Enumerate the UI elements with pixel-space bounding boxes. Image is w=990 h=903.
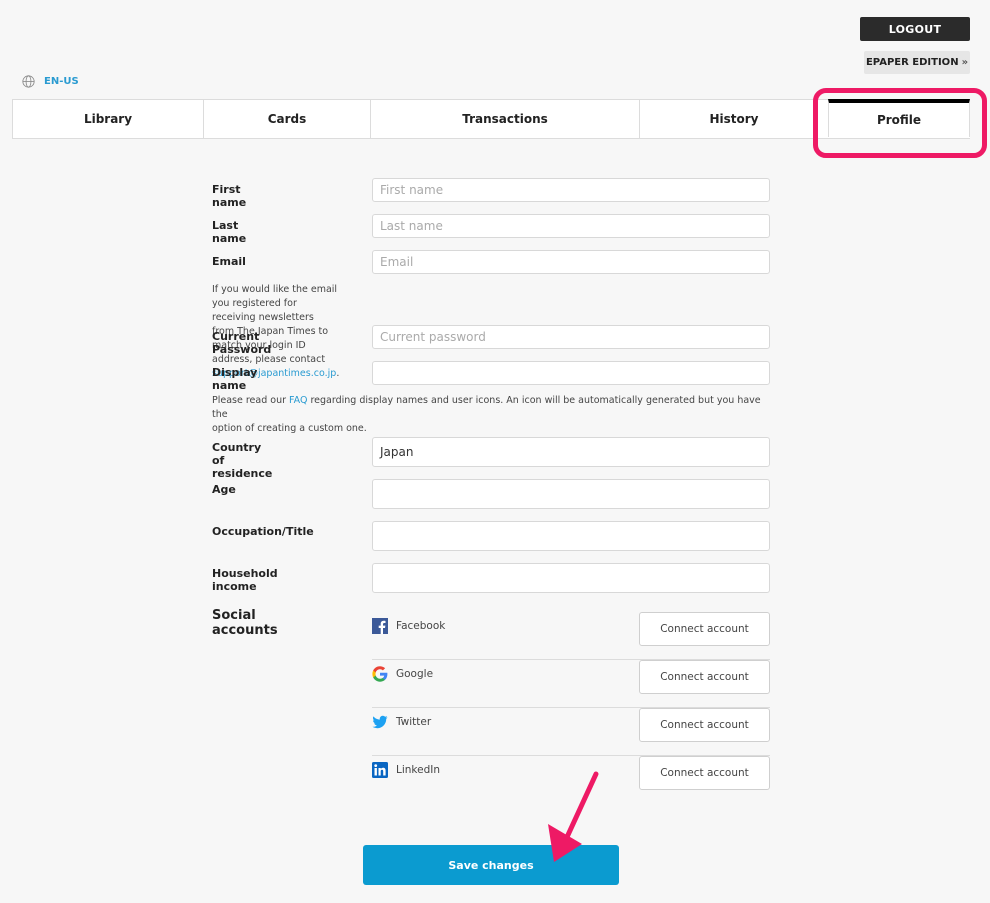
social-accounts-title: Social accounts xyxy=(212,608,278,638)
social-row-facebook: Facebook Connect account xyxy=(372,612,770,660)
language-selector[interactable]: EN-US xyxy=(22,75,79,88)
google-icon xyxy=(372,666,388,682)
display-name-note: Please read our FAQ regarding display na… xyxy=(212,394,772,436)
income-label: Household income xyxy=(212,567,278,593)
faq-link[interactable]: FAQ xyxy=(289,395,307,406)
email-label: Email xyxy=(212,255,246,268)
age-label: Age xyxy=(212,483,236,496)
connect-linkedin-button[interactable]: Connect account xyxy=(639,756,770,790)
last-name-label: Last name xyxy=(212,219,247,245)
first-name-label: First name xyxy=(212,183,247,209)
email-input[interactable] xyxy=(372,250,770,274)
tab-transactions[interactable]: Transactions xyxy=(370,100,639,138)
occupation-label: Occupation/Title xyxy=(212,525,314,538)
tab-profile[interactable]: Profile xyxy=(828,99,970,137)
email-note-suffix: . xyxy=(336,368,340,379)
account-tabs: Library Cards Transactions History Profi… xyxy=(12,99,970,139)
tab-history[interactable]: History xyxy=(639,100,828,138)
age-select[interactable] xyxy=(372,479,770,509)
epaper-edition-button[interactable]: EPAPER EDITION » xyxy=(864,51,970,74)
twitter-icon xyxy=(372,715,388,729)
linkedin-label: LinkedIn xyxy=(396,764,441,776)
epaper-edition-label: EPAPER EDITION xyxy=(865,57,959,68)
twitter-label: Twitter xyxy=(396,716,432,728)
income-select[interactable] xyxy=(372,563,770,593)
country-label: Country of residence xyxy=(212,441,273,480)
occupation-select[interactable] xyxy=(372,521,770,551)
save-changes-button[interactable]: Save changes xyxy=(363,845,619,885)
language-code: EN-US xyxy=(44,76,79,87)
connect-facebook-button[interactable]: Connect account xyxy=(639,612,770,646)
tab-cards[interactable]: Cards xyxy=(203,100,370,138)
country-value: Japan xyxy=(380,445,414,459)
facebook-icon xyxy=(372,618,388,634)
display-name-input[interactable] xyxy=(372,361,770,385)
country-select[interactable]: Japan xyxy=(372,437,770,467)
connect-google-button[interactable]: Connect account xyxy=(639,660,770,694)
first-name-input[interactable] xyxy=(372,178,770,202)
linkedin-icon xyxy=(372,762,388,778)
globe-icon xyxy=(22,75,35,88)
display-name-label: Display name xyxy=(212,366,258,392)
current-password-input[interactable] xyxy=(372,325,770,349)
facebook-label: Facebook xyxy=(396,620,446,632)
display-note-line2: option of creating a custom one. xyxy=(212,423,367,434)
connect-twitter-button[interactable]: Connect account xyxy=(639,708,770,742)
double-chevron-right-icon: » xyxy=(961,57,969,68)
last-name-input[interactable] xyxy=(372,214,770,238)
tab-library[interactable]: Library xyxy=(12,100,203,138)
current-password-label: Current Password xyxy=(212,330,272,356)
social-row-linkedin: LinkedIn Connect account xyxy=(372,756,770,804)
social-row-google: Google Connect account xyxy=(372,660,770,708)
social-row-twitter: Twitter Connect account xyxy=(372,708,770,756)
google-label: Google xyxy=(396,668,434,680)
logout-button[interactable]: LOGOUT xyxy=(860,17,970,41)
email-note-line1: If you would like the email you register… xyxy=(212,284,338,323)
display-note-prefix: Please read our xyxy=(212,395,290,406)
